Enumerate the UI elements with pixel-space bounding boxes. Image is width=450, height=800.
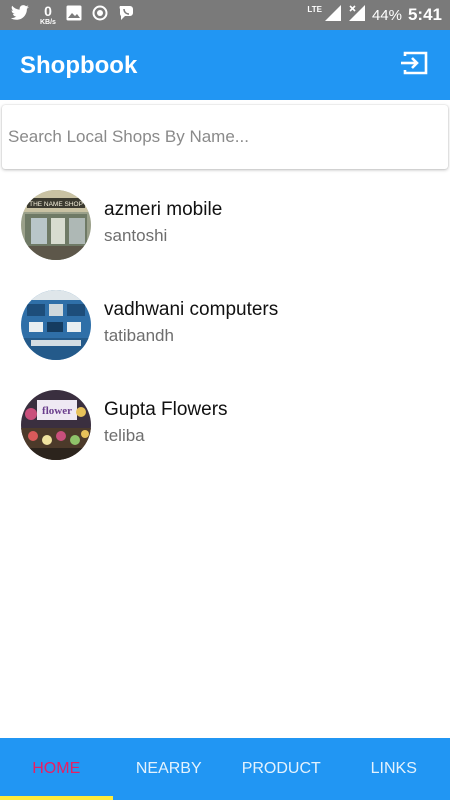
notification-icons: 0 KB/s (10, 0, 136, 30)
tab-product-label: PRODUCT (241, 760, 321, 777)
search-card (2, 105, 448, 169)
shop-sign-text: THE NAME SHOP (29, 201, 83, 208)
battery-level: 44% (371, 6, 402, 24)
network-speed: 0 KB/s (40, 4, 56, 26)
app-title: Shopbook (20, 52, 138, 79)
active-tab-indicator (0, 796, 113, 800)
shop-location: tatibandh (104, 326, 174, 345)
image-icon (66, 5, 82, 26)
shop-list: THE NAME SHOP azmeri mobile santoshi vad… (0, 175, 450, 475)
bottom-navigation: HOME NEARBY PRODUCT LINKS (0, 738, 450, 800)
search-input[interactable] (2, 105, 448, 169)
tab-product[interactable]: PRODUCT (225, 738, 338, 800)
network-speed-unit: KB/s (40, 19, 56, 26)
tab-nearby-label: NEARBY (135, 760, 202, 777)
shop-list-item[interactable]: vadhwani computers tatibandh (0, 275, 450, 375)
signal-icon (324, 4, 342, 27)
shop-avatar (21, 290, 91, 360)
logout-button[interactable] (398, 50, 430, 80)
call-icon (118, 5, 136, 26)
system-icons: LTE 44% 5:41 (307, 0, 442, 30)
shop-location: santoshi (104, 226, 168, 245)
status-bar: 0 KB/s LTE 44% 5:41 (0, 0, 450, 30)
shop-name: Gupta Flowers (104, 399, 228, 420)
shop-list-item[interactable]: THE NAME SHOP azmeri mobile santoshi (0, 175, 450, 275)
logout-icon (399, 50, 429, 81)
tab-links[interactable]: LINKS (338, 738, 450, 800)
network-speed-value: 0 (44, 3, 52, 19)
shop-sign-text: flower (42, 405, 72, 417)
shop-location: teliba (104, 426, 145, 445)
signal-no-service-icon (348, 4, 366, 27)
tab-nearby[interactable]: NEARBY (113, 738, 226, 800)
clock: 5:41 (407, 5, 442, 24)
shop-name: vadhwani computers (104, 299, 279, 320)
tab-home-label: HOME (32, 760, 81, 777)
network-type: LTE (307, 4, 322, 14)
shop-avatar: THE NAME SHOP (21, 190, 91, 260)
tab-home[interactable]: HOME (0, 738, 113, 800)
shop-list-item[interactable]: flower Gupta Flowers teliba (0, 375, 450, 475)
app-bar: Shopbook (0, 30, 450, 100)
tab-links-label: LINKS (370, 760, 417, 777)
record-icon (92, 5, 108, 26)
shop-avatar: flower (21, 390, 91, 460)
shop-name: azmeri mobile (104, 199, 223, 220)
twitter-icon (10, 4, 30, 26)
